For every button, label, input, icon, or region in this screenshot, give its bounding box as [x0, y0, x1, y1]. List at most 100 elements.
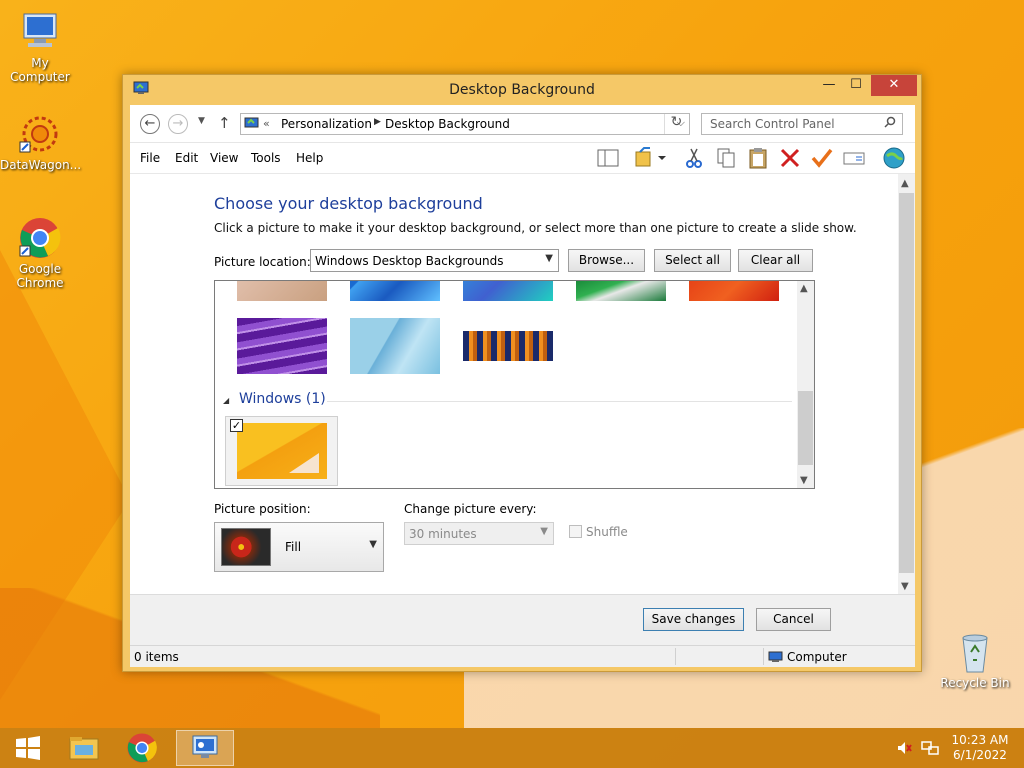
- windows-logo-icon: [16, 736, 40, 760]
- computer-icon: [18, 10, 62, 54]
- taskbar-control-panel[interactable]: [176, 730, 234, 766]
- start-button[interactable]: [0, 730, 56, 766]
- selected-wallpaper-image: [237, 423, 327, 479]
- paste-icon[interactable]: [746, 146, 770, 170]
- menu-tools[interactable]: Tools: [251, 151, 281, 165]
- browse-button[interactable]: Browse...: [568, 249, 645, 272]
- copy-icon[interactable]: [714, 146, 738, 170]
- cancel-button[interactable]: Cancel: [756, 608, 831, 631]
- picture-location-dropdown[interactable]: Windows Desktop Backgrounds ▼: [310, 249, 559, 272]
- desktop-background-window: Desktop Background — ☐ ✕ ← → ▼ ↑ « Perso…: [122, 74, 922, 672]
- desktop-icon-label: My Computer: [10, 56, 70, 84]
- save-changes-button[interactable]: Save changes: [643, 608, 744, 631]
- recent-pages-button[interactable]: ▼: [198, 116, 205, 126]
- wallpaper-thumbnail[interactable]: [689, 281, 779, 301]
- content-scroll-thumb[interactable]: [899, 193, 914, 573]
- maximize-button[interactable]: ☐: [843, 75, 869, 96]
- clock[interactable]: 10:23 AM 6/1/2022: [950, 733, 1010, 763]
- up-button[interactable]: ↑: [218, 114, 231, 132]
- wallpaper-thumbnail[interactable]: [463, 281, 553, 301]
- scroll-up-icon[interactable]: ▲: [800, 283, 808, 294]
- close-button[interactable]: ✕: [871, 75, 917, 96]
- taskbar-chrome[interactable]: [114, 730, 170, 766]
- search-icon: [884, 116, 896, 128]
- refresh-button[interactable]: ↻: [664, 114, 688, 134]
- wallpaper-thumbnail[interactable]: [576, 281, 666, 301]
- layout-icon[interactable]: [596, 146, 620, 170]
- volume-muted-icon[interactable]: [896, 740, 912, 759]
- minimize-button[interactable]: —: [816, 75, 842, 96]
- wallpaper-thumbnail[interactable]: [463, 331, 553, 361]
- computer-icon: [768, 651, 783, 663]
- recycle-bin-icon: [953, 630, 997, 674]
- cut-icon[interactable]: [682, 146, 706, 170]
- wallpaper-thumbnail[interactable]: [237, 318, 327, 374]
- chevron-down-icon: ▼: [545, 253, 553, 264]
- shuffle-label: Shuffle: [586, 525, 628, 539]
- back-button[interactable]: ←: [140, 114, 160, 134]
- menu-view[interactable]: View: [210, 151, 238, 165]
- taskbar-file-explorer[interactable]: [56, 730, 112, 766]
- desktop-icon-my-computer[interactable]: My Computer: [0, 10, 80, 84]
- search-input[interactable]: Search Control Panel: [701, 113, 903, 135]
- menu-help[interactable]: Help: [296, 151, 323, 165]
- forward-button[interactable]: →: [168, 114, 188, 134]
- status-divider: [675, 648, 676, 665]
- wallpaper-shape: [289, 453, 319, 473]
- clear-all-button[interactable]: Clear all: [738, 249, 813, 272]
- scroll-up-icon[interactable]: ▲: [901, 178, 909, 189]
- title-bar[interactable]: Desktop Background — ☐ ✕: [123, 75, 921, 105]
- chrome-icon: [127, 733, 157, 763]
- delete-icon[interactable]: [778, 146, 802, 170]
- properties-check-icon[interactable]: [810, 146, 834, 170]
- collapse-triangle-icon[interactable]: ◢: [223, 396, 229, 405]
- desktop-icon-google-chrome[interactable]: Google Chrome: [0, 216, 80, 290]
- datawagon-icon: [18, 112, 62, 156]
- wallpaper-thumbnail[interactable]: [350, 281, 440, 301]
- page-title: Choose your desktop background: [214, 194, 483, 213]
- scroll-down-icon[interactable]: ▼: [800, 475, 808, 486]
- picture-position-value: Fill: [285, 540, 302, 554]
- change-picture-label: Change picture every:: [404, 502, 537, 516]
- scroll-down-icon[interactable]: ▼: [901, 581, 909, 592]
- folder-check-icon[interactable]: [634, 146, 674, 170]
- rename-icon[interactable]: [842, 146, 866, 170]
- chevron-down-icon: ▼: [369, 539, 377, 550]
- globe-icon[interactable]: [882, 146, 906, 170]
- clock-date: 6/1/2022: [953, 748, 1007, 762]
- wallpaper-thumbnail-selected[interactable]: ✓: [225, 416, 338, 486]
- search-placeholder: Search Control Panel: [710, 117, 835, 131]
- breadcrumb-personalization[interactable]: Personalization: [281, 117, 372, 131]
- desktop-icon-label: Google Chrome: [16, 262, 64, 290]
- shuffle-checkbox-box[interactable]: [569, 525, 582, 538]
- picture-position-dropdown[interactable]: Fill ▼: [214, 522, 384, 572]
- wallpaper-thumbnail[interactable]: [350, 318, 440, 374]
- shuffle-checkbox[interactable]: Shuffle: [569, 525, 628, 539]
- content-scrollbar[interactable]: ▲ ▼: [898, 174, 915, 594]
- gallery-scrollbar[interactable]: ▲ ▼: [797, 281, 814, 488]
- desktop-icon-datawagon[interactable]: DataWagon...: [0, 112, 81, 172]
- chrome-icon: [18, 216, 62, 260]
- breadcrumb-overflow[interactable]: «: [263, 117, 270, 130]
- address-bar[interactable]: « Personalization ▶ Desktop Background ⌵: [240, 113, 690, 135]
- wallpaper-checkbox[interactable]: ✓: [230, 419, 243, 432]
- picture-location-label: Picture location:: [214, 255, 311, 269]
- change-picture-dropdown[interactable]: 30 minutes ▼: [404, 522, 554, 545]
- wallpaper-thumbnail[interactable]: [237, 281, 327, 301]
- desktop-icon-label: Recycle Bin: [940, 676, 1010, 690]
- navigation-bar: ← → ▼ ↑ « Personalization ▶ Desktop Back…: [130, 105, 915, 143]
- menu-file[interactable]: File: [140, 151, 160, 165]
- breadcrumb-separator-icon[interactable]: ▶: [374, 117, 381, 127]
- network-icon[interactable]: [921, 740, 939, 759]
- dialog-footer: Save changes Cancel: [130, 594, 915, 645]
- breadcrumb-desktop-background[interactable]: Desktop Background: [385, 117, 510, 131]
- gallery-scroll-thumb[interactable]: [798, 391, 813, 465]
- desktop-icon-recycle-bin[interactable]: Recycle Bin: [935, 630, 1015, 690]
- select-all-button[interactable]: Select all: [654, 249, 731, 272]
- control-panel-icon: [244, 117, 259, 130]
- group-header-windows[interactable]: ◢ Windows (1): [223, 391, 326, 407]
- menu-edit[interactable]: Edit: [175, 151, 198, 165]
- status-location-label: Computer: [787, 650, 847, 664]
- status-divider: [763, 648, 764, 665]
- item-count: 0 items: [134, 650, 179, 664]
